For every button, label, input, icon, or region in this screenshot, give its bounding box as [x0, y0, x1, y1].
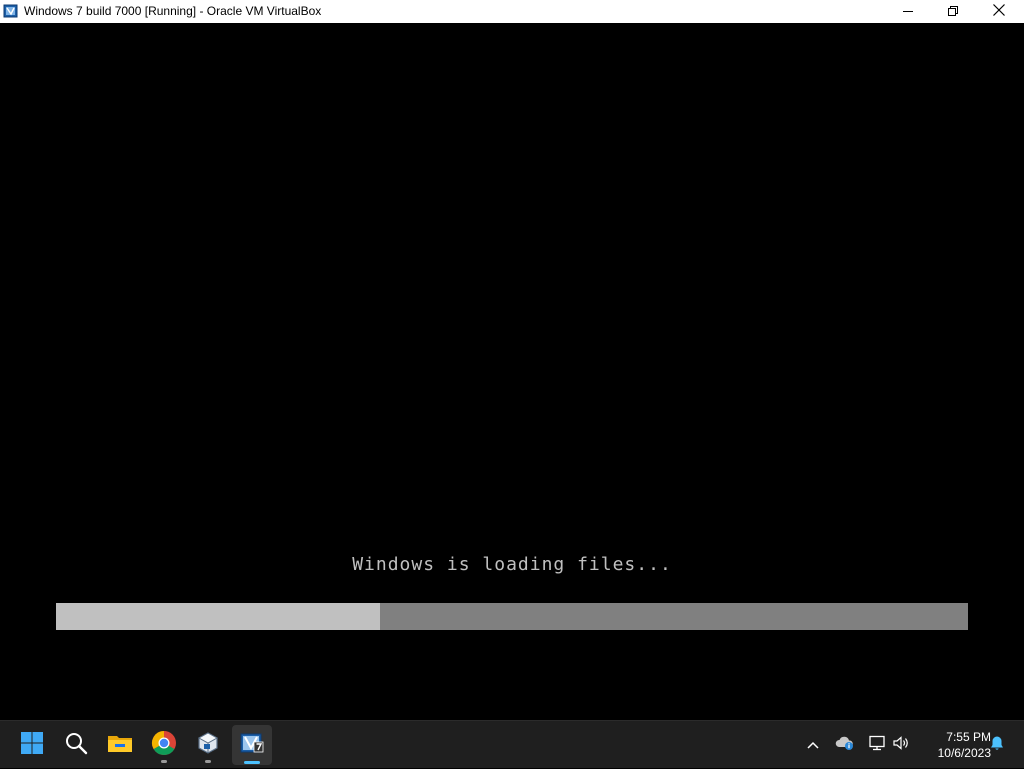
running-indicator: [205, 760, 211, 763]
file-explorer-button[interactable]: [100, 725, 140, 765]
loading-message: Windows is loading files...: [352, 554, 672, 575]
virtualbox-icon: [196, 731, 220, 760]
virtualbox-manager-button[interactable]: [188, 725, 228, 765]
running-indicator: [161, 760, 167, 763]
network-tray-button[interactable]: [865, 721, 889, 769]
taskbar: 7:55 PM 10/6/2023: [0, 720, 1024, 768]
vm-display[interactable]: Windows is loading files...: [0, 23, 1024, 720]
taskbar-clock[interactable]: 7:55 PM 10/6/2023: [915, 729, 991, 761]
restore-icon: [948, 3, 958, 21]
virtualbox-vm-window-button[interactable]: [232, 725, 272, 765]
folder-icon: [107, 731, 133, 760]
volume-icon: [892, 735, 910, 756]
close-button[interactable]: [976, 0, 1022, 23]
clock-time: 7:55 PM: [946, 730, 991, 744]
chrome-button[interactable]: [144, 725, 184, 765]
virtualbox-vm-icon: [239, 731, 265, 760]
network-icon: [868, 735, 886, 756]
windows-logo-icon: [20, 731, 44, 760]
search-icon: [64, 731, 88, 760]
restore-button[interactable]: [930, 0, 976, 23]
active-indicator: [244, 761, 260, 764]
volume-tray-button[interactable]: [889, 721, 913, 769]
chevron-up-icon: [807, 736, 819, 754]
chrome-icon: [151, 730, 177, 761]
minimize-icon: [903, 3, 913, 21]
clock-date: 10/6/2023: [937, 746, 991, 760]
search-button[interactable]: [56, 725, 96, 765]
notification-bell-icon: [989, 735, 1005, 756]
show-hidden-icons-button[interactable]: [802, 721, 824, 769]
virtualbox-vm-icon[interactable]: [3, 3, 19, 19]
loading-progress-fill: [56, 603, 380, 630]
close-icon: [993, 3, 1005, 21]
start-button[interactable]: [12, 725, 52, 765]
loading-progress-bar: [56, 603, 968, 630]
notification-center-button[interactable]: [985, 721, 1009, 769]
onedrive-icon: [835, 735, 855, 756]
window-title-bar[interactable]: Windows 7 build 7000 [Running] - Oracle …: [0, 0, 1024, 23]
window-title: Windows 7 build 7000 [Running] - Oracle …: [24, 4, 322, 18]
minimize-button[interactable]: [885, 0, 931, 23]
onedrive-tray-button[interactable]: [833, 721, 857, 769]
